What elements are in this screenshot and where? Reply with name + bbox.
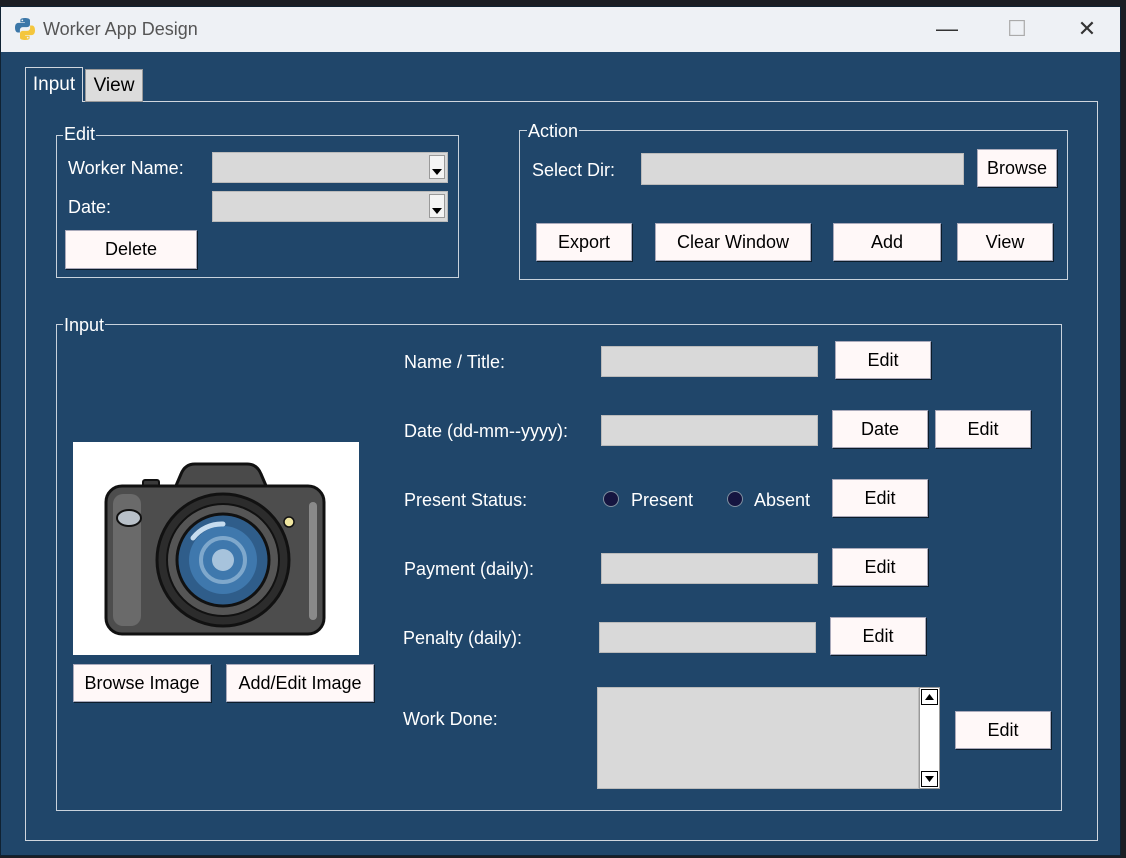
photo-preview — [73, 442, 359, 655]
date-picker-button[interactable]: Date — [832, 410, 928, 448]
edit-frame-title: Edit — [63, 124, 97, 144]
present-status-label: Present Status: — [404, 490, 528, 510]
work-done-scrollbar[interactable] — [919, 687, 940, 789]
chevron-down-icon[interactable] — [429, 155, 445, 179]
name-title-input[interactable] — [601, 346, 818, 377]
select-dir-input[interactable] — [641, 153, 964, 185]
close-button[interactable]: ✕ — [1057, 7, 1117, 52]
view-button[interactable]: View — [957, 223, 1053, 261]
worker-name-combobox[interactable] — [212, 152, 448, 183]
payment-label: Payment (daily): — [404, 559, 535, 579]
action-frame-title: Action — [527, 121, 580, 141]
clear-window-button[interactable]: Clear Window — [655, 223, 811, 261]
absent-radio-label: Absent — [754, 490, 811, 510]
input-frame-title: Input — [63, 315, 106, 335]
tab-view[interactable]: View — [85, 69, 143, 102]
camera-icon — [104, 462, 326, 636]
penalty-label: Penalty (daily): — [403, 628, 523, 648]
maximize-button[interactable]: ☐ — [987, 7, 1047, 52]
date-ddmmyyyy-label: Date (dd-mm--yyyy): — [404, 421, 569, 441]
browse-button[interactable]: Browse — [977, 149, 1057, 187]
add-edit-image-button[interactable]: Add/Edit Image — [226, 664, 374, 702]
chevron-down-icon[interactable] — [429, 194, 445, 218]
add-button[interactable]: Add — [833, 223, 941, 261]
minimize-button[interactable]: — — [917, 7, 977, 52]
title-bar: Worker App Design — ☐ ✕ — [1, 7, 1120, 52]
date-edit-button[interactable]: Edit — [935, 410, 1031, 448]
window-title: Worker App Design — [43, 19, 198, 39]
app-window: Worker App Design — ☐ ✕ Input View Edit … — [0, 6, 1121, 856]
work-done-edit-button[interactable]: Edit — [955, 711, 1051, 749]
export-button[interactable]: Export — [536, 223, 632, 261]
scroll-up-icon[interactable] — [921, 689, 938, 705]
work-done-label: Work Done: — [403, 709, 498, 729]
name-title-label: Name / Title: — [404, 352, 506, 372]
date-input[interactable] — [601, 415, 818, 446]
scroll-down-icon[interactable] — [921, 771, 938, 787]
date-label: Date: — [68, 197, 112, 217]
absent-radio[interactable] — [727, 491, 743, 507]
select-dir-label: Select Dir: — [532, 160, 616, 180]
worker-name-label: Worker Name: — [68, 158, 184, 178]
work-done-textarea[interactable] — [597, 687, 919, 789]
python-icon — [13, 17, 37, 41]
payment-input[interactable] — [601, 553, 818, 584]
present-radio[interactable] — [603, 491, 619, 507]
delete-button[interactable]: Delete — [65, 230, 197, 269]
date-combobox[interactable] — [212, 191, 448, 222]
browse-image-button[interactable]: Browse Image — [73, 664, 211, 702]
penalty-input[interactable] — [599, 622, 816, 653]
status-edit-button[interactable]: Edit — [832, 479, 928, 517]
payment-edit-button[interactable]: Edit — [832, 548, 928, 586]
tab-input[interactable]: Input — [25, 67, 83, 102]
present-radio-label: Present — [631, 490, 694, 510]
penalty-edit-button[interactable]: Edit — [830, 617, 926, 655]
name-edit-button[interactable]: Edit — [835, 341, 931, 379]
